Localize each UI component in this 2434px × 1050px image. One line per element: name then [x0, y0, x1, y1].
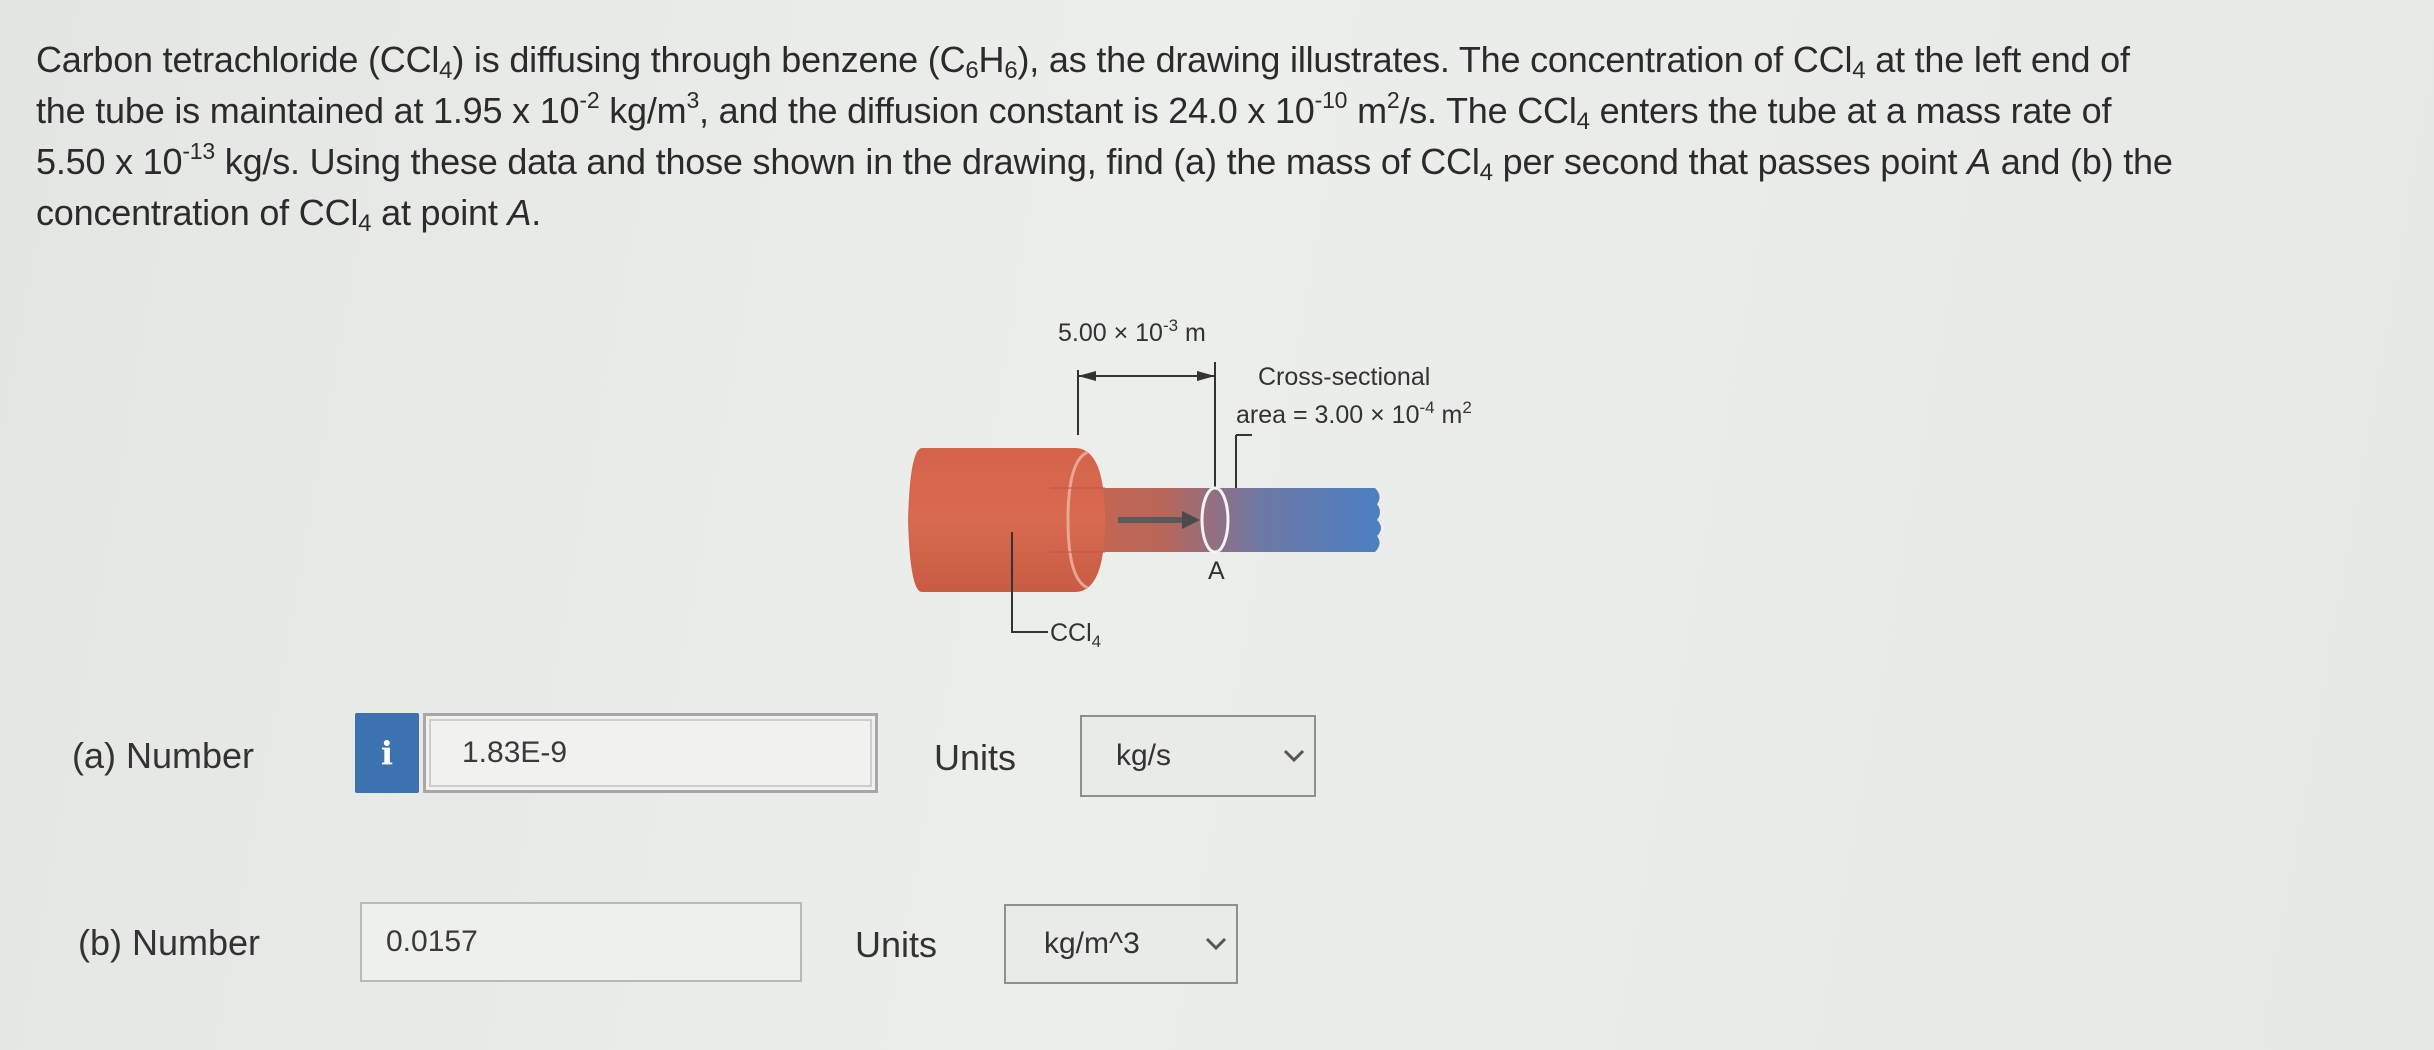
area-label-line-2: area = 3.00 × 10-4 m2: [1236, 398, 1472, 429]
problem-line-2: the tube is maintained at 1.95 x 10-2 kg…: [36, 87, 2112, 135]
length-label: 5.00 × 10-3 m: [1058, 316, 1206, 347]
problem-line-1: Carbon tetrachloride (CCl4) is diffusing…: [36, 39, 2130, 84]
ccl4-label: CCl4: [1050, 619, 1102, 651]
diffusion-figure: 5.00 × 10-3 m Cross-sectional area = 3.0…: [900, 300, 1600, 680]
part-a-units-select[interactable]: kg/s: [1080, 715, 1316, 797]
part-a-units-label: Units: [934, 737, 1017, 778]
part-a-answer-input[interactable]: 1.83E-9: [423, 713, 878, 793]
part-b-units-value: kg/m^3: [1044, 927, 1140, 960]
part-a-label: (a) Number: [72, 735, 255, 776]
problem-line-3: 5.50 x 10-13 kg/s. Using these data and …: [36, 138, 2173, 186]
part-b-units-select[interactable]: kg/m^3: [1004, 904, 1238, 984]
problem-line-4: concentration of CCl4 at point A.: [36, 192, 542, 237]
part-b-units-label: Units: [855, 924, 938, 965]
dimension-arrow-left: [1078, 371, 1096, 381]
problem-statement: Carbon tetrachloride (CCl4) is diffusing…: [36, 34, 2426, 238]
area-label-line-1: Cross-sectional: [1258, 363, 1431, 391]
diffusion-drawing: [908, 362, 1381, 633]
point-a-label: A: [1208, 557, 1225, 585]
part-b-label: (b) Number: [78, 922, 261, 963]
chevron-down-icon: [1274, 748, 1314, 764]
info-icon[interactable]: i: [355, 713, 419, 793]
tube-broken-end: [1375, 488, 1381, 552]
part-b-answer-input[interactable]: 0.0157: [360, 902, 802, 982]
chevron-down-icon: [1196, 936, 1236, 952]
dimension-arrow-right: [1197, 371, 1215, 381]
part-a-units-value: kg/s: [1116, 739, 1172, 772]
